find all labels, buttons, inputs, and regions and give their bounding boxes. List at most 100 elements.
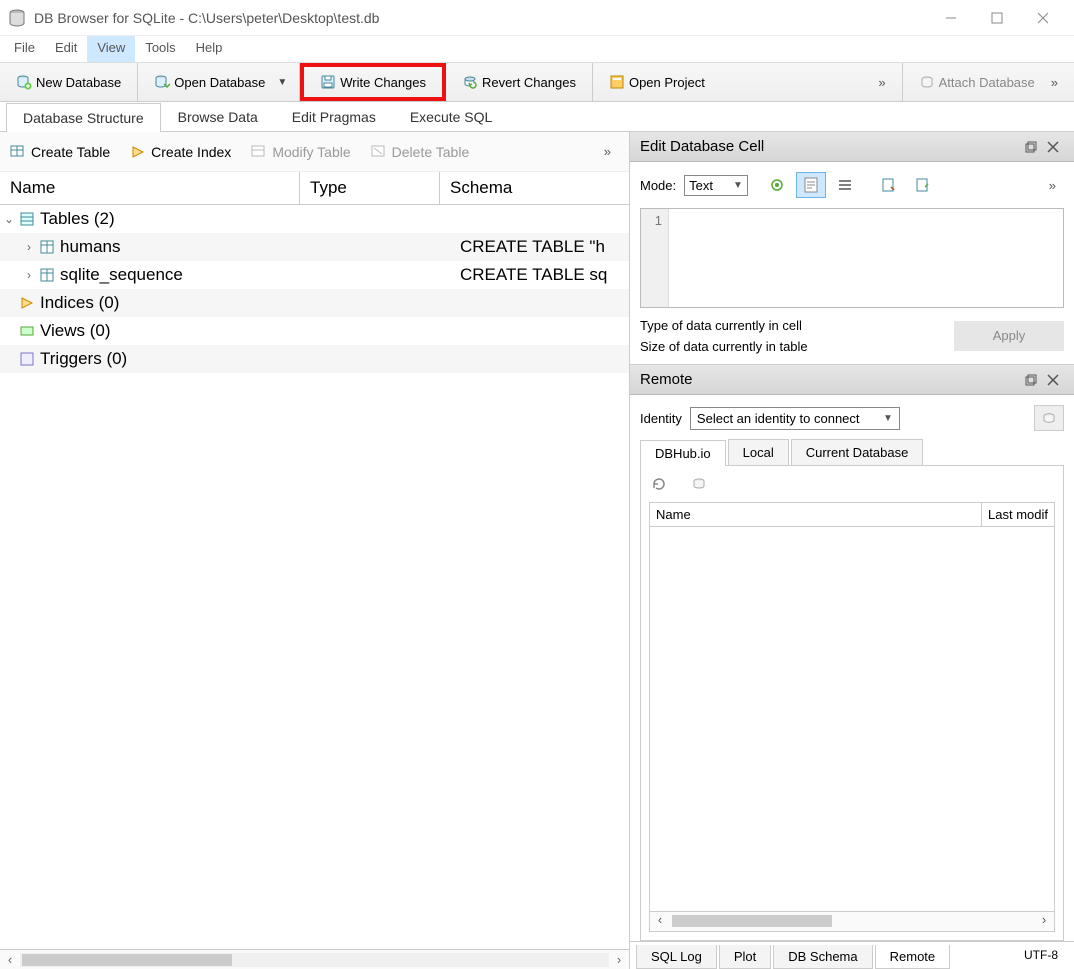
toolbar-overflow-1[interactable]: » — [870, 75, 893, 90]
identity-select[interactable]: Select an identity to connect ▼ — [690, 407, 900, 430]
structure-pane: Create Table Create Index Modify Table D… — [0, 132, 630, 969]
remote-col-lastmod[interactable]: Last modif — [982, 503, 1054, 526]
chevron-down-icon[interactable]: ⌄ — [0, 212, 18, 226]
menu-tools[interactable]: Tools — [135, 36, 185, 62]
remote-tab-local[interactable]: Local — [728, 439, 789, 465]
tree-row-humans[interactable]: › humans CREATE TABLE "h — [0, 233, 629, 261]
open-database-dropdown[interactable]: ▼ — [273, 77, 291, 88]
revert-icon — [462, 74, 478, 90]
view-group-icon — [18, 322, 36, 340]
minimize-button[interactable] — [928, 3, 974, 33]
format-button[interactable] — [762, 172, 792, 198]
structure-toolbar-overflow[interactable]: » — [596, 144, 619, 159]
btab-sql-log[interactable]: SQL Log — [636, 945, 717, 969]
text-view-button[interactable] — [796, 172, 826, 198]
main-tabbar: Database Structure Browse Data Edit Prag… — [0, 102, 1074, 132]
open-project-button[interactable]: Open Project — [601, 70, 713, 94]
editor-gutter: 1 — [641, 209, 669, 307]
tree-row-views[interactable]: Views (0) — [0, 317, 629, 345]
panel-close-button[interactable] — [1042, 369, 1064, 391]
maximize-button[interactable] — [974, 3, 1020, 33]
create-index-button[interactable]: Create Index — [130, 144, 231, 160]
push-db-icon[interactable] — [689, 474, 709, 494]
scroll-thumb[interactable] — [22, 954, 232, 966]
menu-edit[interactable]: Edit — [45, 36, 87, 62]
menu-file[interactable]: File — [4, 36, 45, 62]
btab-remote[interactable]: Remote — [875, 945, 951, 969]
table-group-icon — [18, 210, 36, 228]
chevron-right-icon[interactable]: › — [20, 268, 38, 282]
btab-plot[interactable]: Plot — [719, 945, 771, 969]
edit-cell-body: Mode: Text ▼ » 1 — [630, 162, 1074, 365]
scroll-right-arrow[interactable]: › — [1034, 912, 1054, 931]
save-icon — [320, 74, 336, 90]
tab-edit-pragmas[interactable]: Edit Pragmas — [275, 102, 393, 131]
close-button[interactable] — [1020, 3, 1066, 33]
tree-row-sqlite-sequence[interactable]: › sqlite_sequence CREATE TABLE sq — [0, 261, 629, 289]
menu-help[interactable]: Help — [186, 36, 233, 62]
list-view-button[interactable] — [830, 172, 860, 198]
right-pane: Edit Database Cell Mode: Text ▼ — [630, 132, 1074, 969]
btab-db-schema[interactable]: DB Schema — [773, 945, 872, 969]
identity-label: Identity — [640, 411, 682, 426]
encoding-label: UTF-8 — [1024, 948, 1058, 962]
attach-icon — [919, 74, 935, 90]
column-type[interactable]: Type — [300, 172, 440, 204]
cell-editor[interactable]: 1 — [640, 208, 1064, 308]
table-icon — [38, 266, 56, 284]
refresh-icon[interactable] — [649, 474, 669, 494]
modify-table-button[interactable]: Modify Table — [251, 144, 350, 160]
remote-body: Identity Select an identity to connect ▼… — [630, 395, 1074, 941]
app-icon — [8, 9, 26, 27]
schema-tree[interactable]: ⌄ Tables (2) › humans CREATE TABLE "h › … — [0, 205, 629, 949]
remote-horizontal-scrollbar[interactable]: ‹ › — [650, 911, 1054, 931]
scroll-left-arrow[interactable]: ‹ — [650, 912, 670, 931]
tab-database-structure[interactable]: Database Structure — [6, 103, 161, 132]
remote-tabs: DBHub.io Local Current Database — [640, 439, 1064, 466]
status-bar: UTF-8 — [1008, 945, 1074, 969]
remote-title: Remote — [640, 371, 693, 388]
panel-undock-button[interactable] — [1020, 369, 1042, 391]
apply-button[interactable]: Apply — [954, 321, 1064, 351]
editor-textarea[interactable] — [669, 209, 1063, 307]
write-changes-highlight: Write Changes — [300, 63, 446, 101]
editcell-overflow[interactable]: » — [1041, 178, 1064, 193]
database-open-icon — [154, 74, 170, 90]
toolbar-overflow-2[interactable]: » — [1043, 75, 1066, 90]
edit-cell-title: Edit Database Cell — [640, 138, 764, 155]
column-name[interactable]: Name — [0, 172, 300, 204]
attach-database-button[interactable]: Attach Database — [911, 70, 1043, 94]
tree-row-tables[interactable]: ⌄ Tables (2) — [0, 205, 629, 233]
tab-execute-sql[interactable]: Execute SQL — [393, 102, 510, 131]
remote-list-body[interactable] — [650, 527, 1054, 911]
export-button[interactable] — [874, 172, 904, 198]
scroll-thumb[interactable] — [672, 915, 832, 927]
remote-tab-dbhub[interactable]: DBHub.io — [640, 440, 726, 466]
panel-undock-button[interactable] — [1020, 136, 1042, 158]
main-toolbar: New Database Open Database ▼ Write Chang… — [0, 62, 1074, 102]
create-table-button[interactable]: Create Table — [10, 144, 110, 160]
import-button[interactable] — [908, 172, 938, 198]
remote-panel-header: Remote — [630, 365, 1074, 395]
identity-refresh-button[interactable] — [1034, 405, 1064, 431]
tree-row-indices[interactable]: Indices (0) — [0, 289, 629, 317]
column-schema[interactable]: Schema — [440, 172, 629, 204]
menu-view[interactable]: View — [87, 36, 135, 62]
open-database-button[interactable]: Open Database — [146, 70, 273, 94]
revert-changes-button[interactable]: Revert Changes — [454, 70, 584, 94]
panel-close-button[interactable] — [1042, 136, 1064, 158]
scroll-right-arrow[interactable]: › — [609, 952, 629, 967]
table-icon — [38, 238, 56, 256]
new-database-button[interactable]: New Database — [8, 70, 129, 94]
delete-table-button[interactable]: Delete Table — [371, 144, 470, 160]
scroll-left-arrow[interactable]: ‹ — [0, 952, 20, 967]
remote-tab-current[interactable]: Current Database — [791, 439, 924, 465]
mode-select[interactable]: Text ▼ — [684, 175, 748, 196]
write-changes-button[interactable]: Write Changes — [312, 70, 434, 94]
project-icon — [609, 74, 625, 90]
tab-browse-data[interactable]: Browse Data — [161, 102, 275, 131]
chevron-right-icon[interactable]: › — [20, 240, 38, 254]
tree-horizontal-scrollbar[interactable]: ‹ › — [0, 949, 629, 969]
remote-col-name[interactable]: Name — [650, 503, 982, 526]
tree-row-triggers[interactable]: Triggers (0) — [0, 345, 629, 373]
